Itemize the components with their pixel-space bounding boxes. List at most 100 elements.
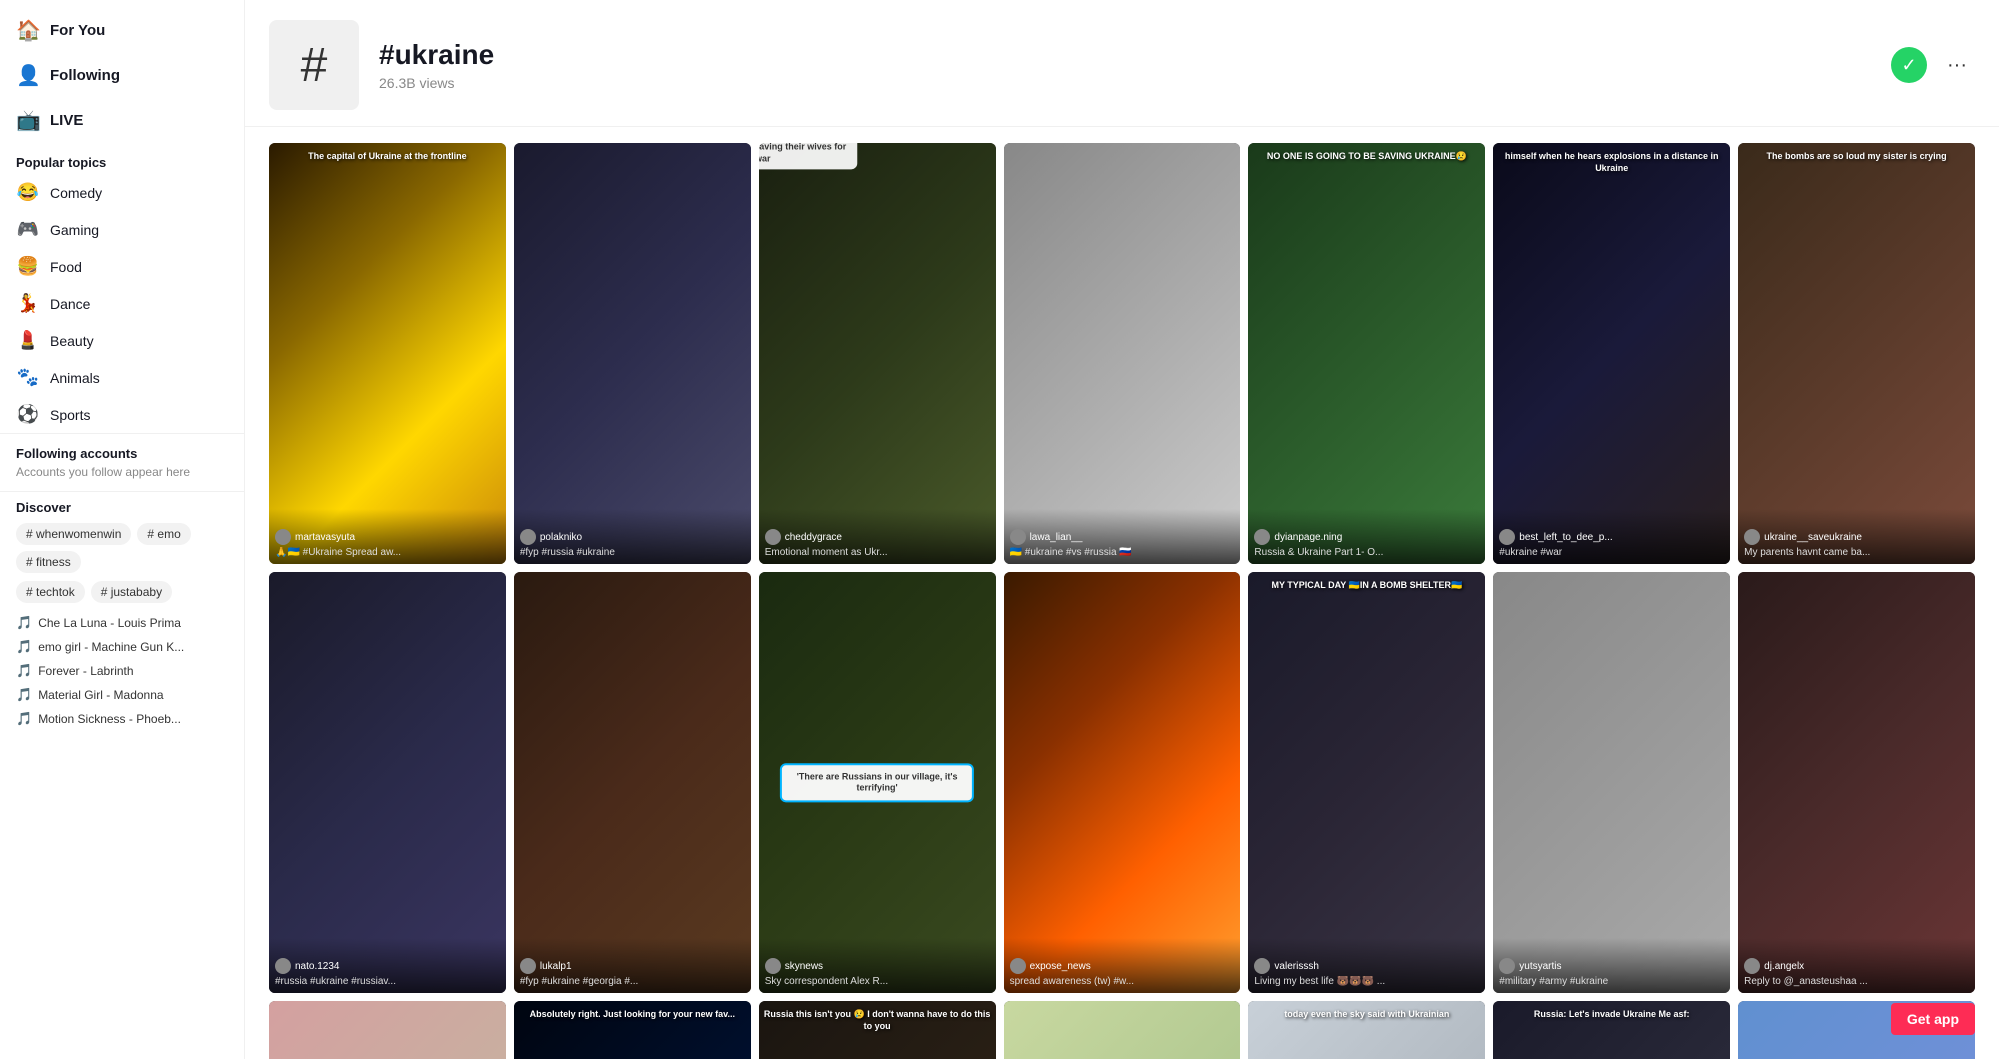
- video-text-overlay: himself when he hears explosions in a di…: [1497, 151, 1726, 174]
- tag-justababy[interactable]: # justababy: [91, 581, 172, 603]
- video-caption: lawa_lian__🇺🇦 #ukraine #vs #russia 🇷🇺: [1004, 509, 1241, 564]
- video-desc: #military #army #ukraine: [1499, 976, 1724, 987]
- music-icon-3: 🎵: [16, 663, 32, 679]
- username: polakniko: [540, 532, 582, 543]
- video-card-9[interactable]: lukalp1#fyp #ukraine #georgia #...: [514, 572, 751, 993]
- following-accounts-section: Following accounts Accounts you follow a…: [0, 433, 244, 491]
- video-caption: lukalp1#fyp #ukraine #georgia #...: [514, 938, 751, 993]
- tag-emo[interactable]: # emo: [137, 523, 190, 545]
- video-text-overlay: The bombs are so loud my sister is cryin…: [1742, 151, 1971, 163]
- video-card-3[interactable]: Ukraine soldiers leaving their wives for…: [759, 143, 996, 564]
- video-desc: Sky correspondent Alex R...: [765, 976, 990, 987]
- video-desc: 🙏🇺🇦 #Ukraine Spread aw...: [275, 547, 500, 558]
- video-user: valerisssh: [1254, 958, 1479, 974]
- topic-label-food: Food: [50, 259, 82, 275]
- music-item-3[interactable]: 🎵 Forever - Labrinth: [16, 659, 228, 683]
- video-card-7[interactable]: The bombs are so loud my sister is cryin…: [1738, 143, 1975, 564]
- topic-label-animals: Animals: [50, 370, 100, 386]
- video-user: dj.angelx: [1744, 958, 1969, 974]
- topic-label-gaming: Gaming: [50, 222, 99, 238]
- sports-icon: ⚽: [16, 404, 40, 425]
- music-item-4[interactable]: 🎵 Material Girl - Madonna: [16, 683, 228, 707]
- video-card-19[interactable]: today even the sky said with Ukrainian: [1248, 1001, 1485, 1059]
- video-desc: Russia & Ukraine Part 1- O...: [1254, 547, 1479, 558]
- username: lukalp1: [540, 961, 572, 972]
- nav-item-for-you[interactable]: 🏠 For You: [0, 8, 244, 53]
- video-text-overlay: NO ONE IS GOING TO BE SAVING UKRAINE😢: [1252, 151, 1481, 163]
- video-card-14[interactable]: dj.angelxReply to @_anasteushaa ...: [1738, 572, 1975, 993]
- username: martavasyuta: [295, 532, 355, 543]
- music-item-2[interactable]: 🎵 emo girl - Machine Gun K...: [16, 635, 228, 659]
- nav-item-live[interactable]: 📺 LIVE: [0, 98, 244, 143]
- hashtag-icon-box: #: [269, 20, 359, 110]
- video-card-13[interactable]: yutsyartis#military #army #ukraine: [1493, 572, 1730, 993]
- video-bubble: Ukraine soldiers leaving their wives for…: [759, 143, 858, 170]
- sidebar-item-beauty[interactable]: 💄 Beauty: [0, 322, 244, 359]
- sidebar-item-gaming[interactable]: 🎮 Gaming: [0, 211, 244, 248]
- video-caption: dyianpage.ningRussia & Ukraine Part 1- O…: [1248, 509, 1485, 564]
- video-caption: yutsyartis#military #army #ukraine: [1493, 938, 1730, 993]
- video-caption: skynews Sky correspondent Alex R...: [759, 938, 996, 993]
- video-card-4[interactable]: lawa_lian__🇺🇦 #ukraine #vs #russia 🇷🇺: [1004, 143, 1241, 564]
- discover-section: Discover # whenwomenwin # emo # fitness …: [0, 491, 244, 739]
- sidebar-item-dance[interactable]: 💃 Dance: [0, 285, 244, 322]
- tag-fitness[interactable]: # fitness: [16, 551, 81, 573]
- hashtag-views: 26.3B views: [379, 75, 1871, 91]
- video-card-5[interactable]: NO ONE IS GOING TO BE SAVING UKRAINE😢 dyi…: [1248, 143, 1485, 564]
- sidebar-item-animals[interactable]: 🐾 Animals: [0, 359, 244, 396]
- video-card-6[interactable]: himself when he hears explosions in a di…: [1493, 143, 1730, 564]
- video-card-15[interactable]: [269, 1001, 506, 1059]
- username: lawa_lian__: [1030, 532, 1083, 543]
- avatar: [1010, 958, 1026, 974]
- video-card-8[interactable]: nato.1234#russia #ukraine #russiav...: [269, 572, 506, 993]
- video-user: polakniko: [520, 529, 745, 545]
- more-options-button[interactable]: ···: [1939, 47, 1975, 83]
- username: expose_news: [1030, 961, 1091, 972]
- sidebar-item-food[interactable]: 🍔 Food: [0, 248, 244, 285]
- music-item-5[interactable]: 🎵 Motion Sickness - Phoeb...: [16, 707, 228, 731]
- video-caption: nato.1234#russia #ukraine #russiav...: [269, 938, 506, 993]
- following-accounts-title: Following accounts: [16, 446, 228, 461]
- video-desc: #fyp #russia #ukraine: [520, 547, 745, 558]
- video-card-16[interactable]: Absolutely right. Just looking for your …: [514, 1001, 751, 1059]
- video-card-17[interactable]: Russia this isn't you 😢 I don't wanna ha…: [759, 1001, 996, 1059]
- hashtag-symbol: #: [301, 38, 328, 93]
- sidebar-item-comedy[interactable]: 😂 Comedy: [0, 174, 244, 211]
- tag-whenwomenwin[interactable]: # whenwomenwin: [16, 523, 131, 545]
- tag-techtok[interactable]: # techtok: [16, 581, 85, 603]
- video-text-overlay: MY TYPICAL DAY 🇺🇦IN A BOMB SHELTER🇺🇦: [1252, 580, 1481, 592]
- video-card-2[interactable]: polakniko #fyp #russia #ukraine: [514, 143, 751, 564]
- video-text-overlay: Absolutely right. Just looking for your …: [518, 1009, 747, 1021]
- video-card-10[interactable]: 'There are Russians in our village, it's…: [759, 572, 996, 993]
- whatsapp-icon: ✓: [1901, 55, 1916, 76]
- video-text-overlay: Russia: Let's invade Ukraine Me asf:: [1497, 1009, 1726, 1021]
- video-caption: martavasyuta 🙏🇺🇦 #Ukraine Spread aw...: [269, 509, 506, 564]
- video-user: nato.1234: [275, 958, 500, 974]
- username: best_left_to_dee_p...: [1519, 532, 1612, 543]
- nav-item-following[interactable]: 👤 Following: [0, 53, 244, 98]
- username: skynews: [785, 961, 823, 972]
- video-caption: expose_newsspread awareness (tw) #w...: [1004, 938, 1241, 993]
- avatar: [1744, 958, 1760, 974]
- video-text-overlay: The capital of Ukraine at the frontline: [273, 151, 502, 163]
- user-icon: 👤: [16, 63, 40, 88]
- video-card-18[interactable]: [1004, 1001, 1241, 1059]
- avatar: [1010, 529, 1026, 545]
- video-card-11[interactable]: expose_newsspread awareness (tw) #w...: [1004, 572, 1241, 993]
- sidebar-item-sports[interactable]: ⚽ Sports: [0, 396, 244, 433]
- video-card-1[interactable]: The capital of Ukraine at the frontline m…: [269, 143, 506, 564]
- music-item-1[interactable]: 🎵 Che La Luna - Louis Prima: [16, 611, 228, 635]
- get-app-button[interactable]: Get app: [1891, 1003, 1975, 1035]
- video-card-20[interactable]: Russia: Let's invade Ukraine Me asf:: [1493, 1001, 1730, 1059]
- whatsapp-share-button[interactable]: ✓: [1891, 47, 1927, 83]
- topic-label-dance: Dance: [50, 296, 90, 312]
- video-user: cheddygrace: [765, 529, 990, 545]
- discover-tags-2: # techtok # justababy: [16, 581, 228, 603]
- hashtag-title: #ukraine: [379, 39, 1871, 71]
- sidebar: 🏠 For You 👤 Following 📺 LIVE Popular top…: [0, 0, 245, 1059]
- video-card-12[interactable]: MY TYPICAL DAY 🇺🇦IN A BOMB SHELTER🇺🇦 vale…: [1248, 572, 1485, 993]
- animals-icon: 🐾: [16, 367, 40, 388]
- video-text-overlay: today even the sky said with Ukrainian: [1252, 1009, 1481, 1021]
- main-content: # #ukraine 26.3B views ✓ ··· The capital…: [245, 0, 1999, 1059]
- dance-icon: 💃: [16, 293, 40, 314]
